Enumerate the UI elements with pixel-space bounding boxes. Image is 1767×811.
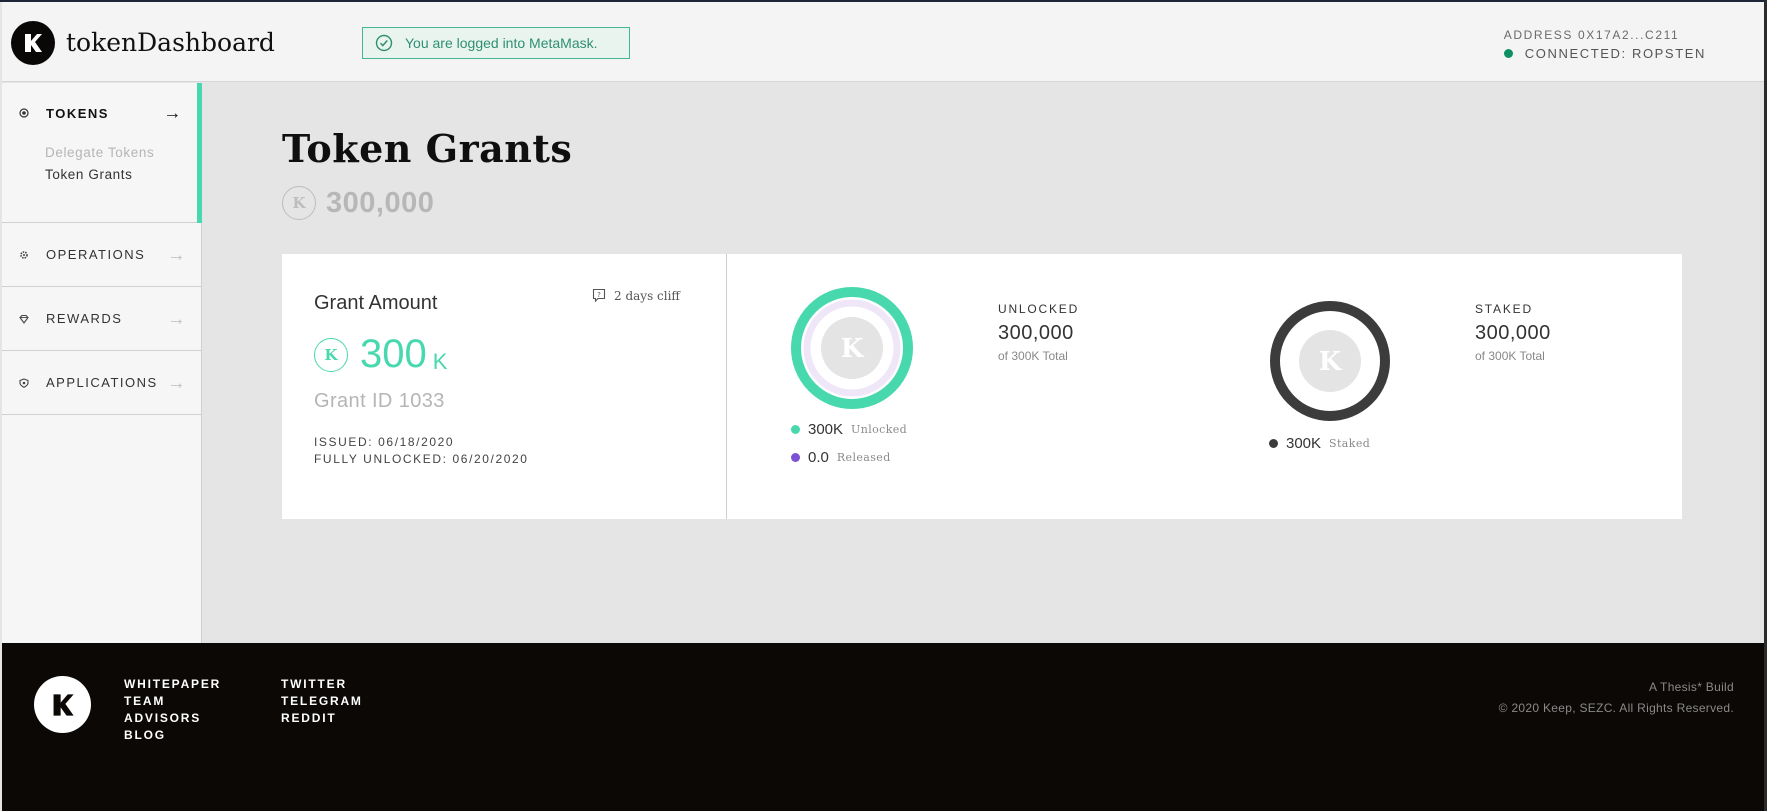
sidebar-item-label: REWARDS xyxy=(46,311,123,326)
footer-links-social: TWITTER TELEGRAM REDDIT xyxy=(281,676,363,727)
arrow-right-icon: → xyxy=(163,102,183,123)
keep-token-icon: K xyxy=(314,337,348,372)
legend-value: 0.0 xyxy=(808,449,829,466)
footer-link-reddit[interactable]: REDDIT xyxy=(281,710,363,727)
app-header: tokenDashboard You are logged into MetaM… xyxy=(2,2,1764,82)
svg-text:K: K xyxy=(841,334,865,364)
shield-icon xyxy=(18,377,30,389)
footer-link-telegram[interactable]: TELEGRAM xyxy=(281,693,363,710)
sidebar-section-rewards: REWARDS → xyxy=(2,287,201,351)
unlocked-ring-chart: K xyxy=(790,286,914,415)
card-divider xyxy=(726,254,727,519)
sidebar-item-operations[interactable]: OPERATIONS → xyxy=(2,223,201,286)
notice-text: You are logged into MetaMask. xyxy=(405,35,598,51)
keep-token-icon: K xyxy=(282,186,316,220)
sidebar-item-rewards[interactable]: REWARDS → xyxy=(2,287,201,350)
fully-unlocked-date: FULLY UNLOCKED: 06/20/2020 xyxy=(314,452,529,466)
app-name: tokenDashboard xyxy=(66,28,275,57)
unlocked-subtext: of 300K Total xyxy=(998,349,1068,363)
grant-dates: ISSUED: 06/18/2020 FULLY UNLOCKED: 06/20… xyxy=(314,434,529,468)
total-balance-value: 300,000 xyxy=(326,186,435,219)
wallet-info: ADDRESS 0X17A2...C211 CONNECTED: ROPSTEN xyxy=(1503,28,1706,61)
footer-link-twitter[interactable]: TWITTER xyxy=(281,676,363,693)
gear-icon xyxy=(18,249,30,261)
staked-title: STAKED xyxy=(1475,302,1533,316)
total-balance: K 300,000 xyxy=(282,186,434,220)
sidebar-section-tokens: TOKENS → Delegate Tokens Token Grants xyxy=(2,83,202,223)
footer-legal: A Thesis* Build © 2020 Keep, SEZC. All R… xyxy=(1499,677,1734,719)
connected-dot-icon xyxy=(1503,49,1513,58)
sidebar: TOKENS → Delegate Tokens Token Grants OP… xyxy=(2,83,202,643)
svg-text:?: ? xyxy=(597,291,601,299)
staked-ring-chart: K xyxy=(1268,299,1392,428)
sidebar-item-tokens[interactable]: TOKENS → xyxy=(2,83,201,143)
legend-label: Unlocked xyxy=(851,423,908,436)
footer-link-blog[interactable]: BLOG xyxy=(124,727,221,744)
keep-logo[interactable] xyxy=(11,21,55,65)
unlocked-title: UNLOCKED xyxy=(998,302,1080,316)
arrow-right-icon: → xyxy=(167,244,187,264)
footer-link-team[interactable]: TEAM xyxy=(124,693,221,710)
wallet-address: ADDRESS 0X17A2...C211 xyxy=(1503,28,1680,42)
legend-label: Released xyxy=(836,451,891,464)
page-title: Token Grants xyxy=(282,126,573,171)
sidebar-item-label: OPERATIONS xyxy=(46,247,146,262)
sidebar-item-label: TOKENS xyxy=(46,105,109,121)
legend-unlocked: 300K Unlocked xyxy=(791,421,907,438)
legend-released: 0.0 Released xyxy=(791,449,891,466)
sidebar-item-label: APPLICATIONS xyxy=(46,375,158,390)
cliff-tooltip[interactable]: ? 2 days cliff xyxy=(592,288,680,303)
diamond-icon xyxy=(18,313,30,325)
footer-links-company: WHITEPAPER TEAM ADVISORS BLOG xyxy=(124,676,221,744)
sidebar-subitem-delegate-tokens[interactable]: Delegate Tokens xyxy=(2,145,201,160)
grant-card: Grant Amount ? 2 days cliff K 300 K Gran… xyxy=(282,254,1682,519)
network-status: CONNECTED: ROPSTEN xyxy=(1524,46,1706,61)
grant-id: Grant ID 1033 xyxy=(314,390,445,412)
staked-subtext: of 300K Total xyxy=(1475,349,1545,363)
svg-text:K: K xyxy=(1319,347,1343,377)
check-circle-icon xyxy=(375,34,393,52)
footer-keep-logo[interactable] xyxy=(34,676,91,733)
grant-amount-value: 300 xyxy=(360,332,427,376)
build-credit: A Thesis* Build xyxy=(1649,680,1734,694)
grant-amount-label: Grant Amount xyxy=(314,292,438,314)
sidebar-section-operations: OPERATIONS → xyxy=(2,223,201,287)
unlocked-dot-icon xyxy=(791,425,800,434)
legend-value: 300K xyxy=(1286,435,1322,452)
staked-stat: STAKED 300,000 of 300K Total xyxy=(1475,302,1551,363)
staked-value: 300,000 xyxy=(1475,322,1551,344)
issued-date: ISSUED: 06/18/2020 xyxy=(314,435,455,449)
arrow-right-icon: → xyxy=(167,372,187,392)
legend-value: 300K xyxy=(808,421,844,438)
grant-amount-unit: K xyxy=(432,348,448,374)
keep-logo-icon xyxy=(25,34,42,52)
staked-dot-icon xyxy=(1269,439,1278,448)
unlocked-value: 300,000 xyxy=(998,322,1074,344)
question-bubble-icon: ? xyxy=(592,288,606,303)
metamask-notice: You are logged into MetaMask. xyxy=(362,27,630,59)
cliff-text: 2 days cliff xyxy=(614,288,680,303)
sidebar-subitem-token-grants[interactable]: Token Grants xyxy=(2,167,201,182)
released-dot-icon xyxy=(791,453,800,462)
footer: WHITEPAPER TEAM ADVISORS BLOG TWITTER TE… xyxy=(2,643,1764,811)
token-icon xyxy=(18,107,30,119)
footer-link-whitepaper[interactable]: WHITEPAPER xyxy=(124,676,221,693)
keep-logo-icon xyxy=(53,693,74,716)
copyright: © 2020 Keep, SEZC. All Rights Reserved. xyxy=(1498,701,1734,715)
grant-amount: K 300 K xyxy=(314,332,447,377)
legend-label: Staked xyxy=(1329,437,1371,450)
sidebar-item-applications[interactable]: APPLICATIONS → xyxy=(2,351,201,414)
arrow-right-icon: → xyxy=(167,308,187,328)
legend-staked: 300K Staked xyxy=(1269,435,1370,452)
sidebar-section-applications: APPLICATIONS → xyxy=(2,351,201,415)
footer-link-advisors[interactable]: ADVISORS xyxy=(124,710,221,727)
unlocked-stat: UNLOCKED 300,000 of 300K Total xyxy=(998,302,1079,363)
